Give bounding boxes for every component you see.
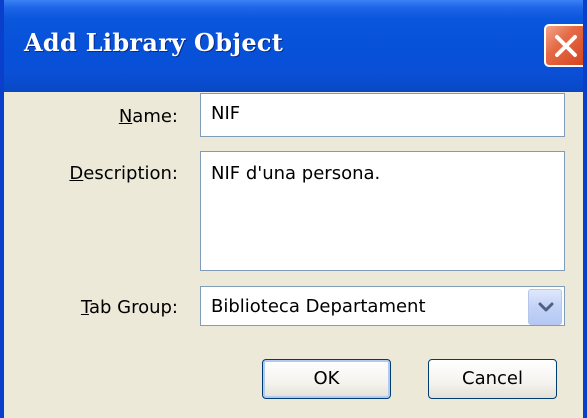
name-label-text: ame: bbox=[132, 106, 178, 127]
name-label-accel: N bbox=[118, 106, 133, 127]
close-icon bbox=[555, 35, 577, 57]
tabgroup-select[interactable]: Biblioteca Departament bbox=[200, 286, 565, 326]
close-button[interactable] bbox=[544, 24, 583, 67]
cancel-button[interactable]: Cancel bbox=[428, 359, 557, 399]
name-label: Name: bbox=[119, 106, 178, 127]
tabgroup-value: Biblioteca Departament bbox=[211, 296, 426, 317]
window-title: Add Library Object bbox=[24, 28, 284, 57]
tabgroup-label: Tab Group: bbox=[81, 297, 178, 318]
name-value: NIF bbox=[211, 103, 241, 124]
name-field[interactable]: NIF bbox=[200, 93, 565, 137]
dialog-window: Add Library Object Name: NIF Description… bbox=[0, 0, 587, 418]
description-label-accel: D bbox=[69, 163, 84, 184]
description-label: Description: bbox=[69, 163, 178, 184]
description-label-text: escription: bbox=[83, 163, 178, 184]
description-value: NIF d'una persona. bbox=[211, 163, 381, 184]
ok-button[interactable]: OK bbox=[262, 359, 391, 399]
tabgroup-label-accel: T bbox=[80, 297, 89, 318]
tabgroup-label-text: ab Group: bbox=[88, 297, 178, 318]
chevron-down-icon bbox=[538, 302, 554, 312]
tabgroup-dropdown-button[interactable] bbox=[528, 289, 562, 325]
title-bar[interactable]: Add Library Object bbox=[4, 0, 583, 92]
description-field[interactable]: NIF d'una persona. bbox=[200, 151, 565, 271]
